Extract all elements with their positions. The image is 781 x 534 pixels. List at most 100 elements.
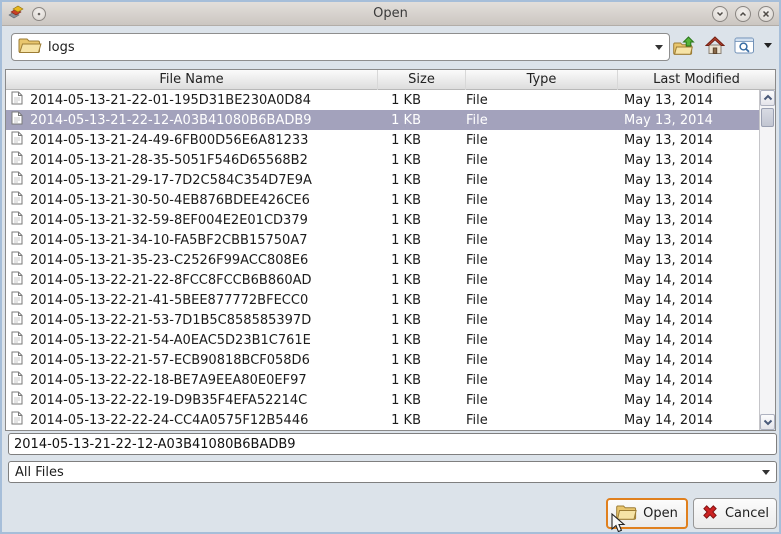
file-size-cell: 1 KB (378, 353, 466, 368)
file-name-cell: 2014-05-13-21-22-12-A03B41080B6BADB9 (6, 111, 378, 129)
document-icon (11, 291, 23, 309)
home-button[interactable] (705, 36, 725, 55)
file-type-cell: File (466, 373, 618, 388)
table-row[interactable]: 2014-05-13-21-35-23-C2526F99ACC808E61 KB… (6, 250, 759, 270)
file-name-cell: 2014-05-13-22-22-19-D9B35F4EFA52214C (6, 391, 378, 409)
chevron-down-icon[interactable] (762, 470, 770, 475)
file-size-cell: 1 KB (378, 133, 466, 148)
file-name-cell: 2014-05-13-21-29-17-7D2C584C354D7E9A (6, 171, 378, 189)
file-size-cell: 1 KB (378, 413, 466, 428)
document-icon (11, 131, 23, 149)
file-name-cell: 2014-05-13-21-24-49-6FB00D56E6A81233 (6, 131, 378, 149)
column-header[interactable]: Type (466, 70, 618, 90)
file-name-cell: 2014-05-13-22-21-41-5BEE877772BFECC0 (6, 291, 378, 309)
table-row[interactable]: 2014-05-13-21-34-10-FA5BF2CBB15750A71 KB… (6, 230, 759, 250)
open-button-label: Open (643, 506, 678, 521)
file-name-cell: 2014-05-13-21-22-01-195D31BE230A0D84 (6, 91, 378, 109)
chevron-down-icon[interactable] (655, 45, 663, 50)
pin-button[interactable] (32, 7, 46, 21)
folder-icon (616, 503, 637, 524)
cancel-x-icon (701, 503, 719, 525)
file-type-cell: File (466, 393, 618, 408)
file-modified-cell: May 14, 2014 (618, 273, 759, 288)
filename-input[interactable] (8, 433, 777, 455)
file-table-header: File NameSizeTypeLast Modified (6, 70, 775, 90)
document-icon (11, 191, 23, 209)
file-modified-cell: May 13, 2014 (618, 193, 759, 208)
column-header[interactable]: File Name (6, 70, 378, 90)
table-row[interactable]: 2014-05-13-22-21-41-5BEE877772BFECC01 KB… (6, 290, 759, 310)
shade-button[interactable] (712, 6, 728, 22)
document-icon (11, 371, 23, 389)
table-row[interactable]: 2014-05-13-21-28-35-5051F546D65568B21 KB… (6, 150, 759, 170)
file-name-cell: 2014-05-13-22-21-22-8FCC8FCCB6B860AD (6, 271, 378, 289)
open-button[interactable]: Open (606, 498, 688, 529)
file-type-cell: File (466, 333, 618, 348)
file-type-cell: File (466, 273, 618, 288)
table-row[interactable]: 2014-05-13-21-32-59-8EF004E2E01CD3791 KB… (6, 210, 759, 230)
table-row[interactable]: 2014-05-13-21-30-50-4EB876BDEE426CE61 KB… (6, 190, 759, 210)
file-name-cell: 2014-05-13-22-21-54-A0EAC5D23B1C761E (6, 331, 378, 349)
scroll-up-button[interactable] (760, 90, 775, 106)
window-title: Open (2, 6, 779, 21)
cancel-button[interactable]: Cancel (693, 498, 777, 529)
table-row[interactable]: 2014-05-13-21-29-17-7D2C584C354D7E9A1 KB… (6, 170, 759, 190)
file-type-cell: File (466, 93, 618, 108)
table-row[interactable]: 2014-05-13-21-22-12-A03B41080B6BADB91 KB… (6, 110, 759, 130)
table-row[interactable]: 2014-05-13-21-22-01-195D31BE230A0D841 KB… (6, 90, 759, 110)
file-table-body: 2014-05-13-21-22-01-195D31BE230A0D841 KB… (6, 90, 759, 430)
file-modified-cell: May 13, 2014 (618, 93, 759, 108)
toolbar-dropdown-arrow-icon[interactable] (764, 43, 772, 48)
document-icon (11, 211, 23, 229)
file-size-cell: 1 KB (378, 233, 466, 248)
document-icon (11, 331, 23, 349)
file-size-cell: 1 KB (378, 93, 466, 108)
file-list: File NameSizeTypeLast Modified 2014-05-1… (5, 69, 776, 431)
file-name-cell: 2014-05-13-22-21-57-ECB90818BCF058D6 (6, 351, 378, 369)
filetype-value: All Files (15, 465, 64, 480)
file-name-cell: 2014-05-13-21-32-59-8EF004E2E01CD379 (6, 211, 378, 229)
column-header[interactable]: Size (378, 70, 466, 90)
titlebar[interactable]: Open (2, 2, 779, 26)
file-type-cell: File (466, 213, 618, 228)
file-modified-cell: May 13, 2014 (618, 213, 759, 228)
file-modified-cell: May 13, 2014 (618, 173, 759, 188)
preview-button[interactable] (734, 37, 755, 54)
file-size-cell: 1 KB (378, 333, 466, 348)
file-size-cell: 1 KB (378, 173, 466, 188)
scroll-down-button[interactable] (760, 414, 775, 430)
location-value: logs (48, 40, 75, 55)
file-modified-cell: May 13, 2014 (618, 133, 759, 148)
document-icon (11, 271, 23, 289)
table-row[interactable]: 2014-05-13-22-21-54-A0EAC5D23B1C761E1 KB… (6, 330, 759, 350)
document-icon (11, 231, 23, 249)
location-combobox[interactable]: logs (11, 33, 670, 61)
file-modified-cell: May 14, 2014 (618, 313, 759, 328)
table-row[interactable]: 2014-05-13-22-22-19-D9B35F4EFA52214C1 KB… (6, 390, 759, 410)
table-row[interactable]: 2014-05-13-22-22-18-BE7A9EEA80E0EF971 KB… (6, 370, 759, 390)
file-size-cell: 1 KB (378, 193, 466, 208)
table-row[interactable]: 2014-05-13-22-21-57-ECB90818BCF058D61 KB… (6, 350, 759, 370)
scrollbar-thumb[interactable] (761, 108, 774, 127)
vertical-scrollbar[interactable] (759, 90, 775, 430)
parent-folder-button[interactable] (673, 36, 696, 55)
document-icon (11, 391, 23, 409)
table-row[interactable]: 2014-05-13-22-22-24-CC4A0575F12B54461 KB… (6, 410, 759, 430)
file-name-cell: 2014-05-13-21-30-50-4EB876BDEE426CE6 (6, 191, 378, 209)
column-header[interactable]: Last Modified (618, 70, 775, 90)
file-type-cell: File (466, 353, 618, 368)
file-size-cell: 1 KB (378, 373, 466, 388)
file-modified-cell: May 13, 2014 (618, 153, 759, 168)
file-size-cell: 1 KB (378, 253, 466, 268)
table-row[interactable]: 2014-05-13-21-24-49-6FB00D56E6A812331 KB… (6, 130, 759, 150)
maximize-button[interactable] (735, 6, 751, 22)
location-toolbar (673, 36, 772, 55)
table-row[interactable]: 2014-05-13-22-21-22-8FCC8FCCB6B860AD1 KB… (6, 270, 759, 290)
close-button[interactable] (758, 6, 774, 22)
file-name-cell: 2014-05-13-22-22-18-BE7A9EEA80E0EF97 (6, 371, 378, 389)
filetype-combobox[interactable]: All Files (8, 461, 777, 483)
table-row[interactable]: 2014-05-13-22-21-53-7D1B5C858585397D1 KB… (6, 310, 759, 330)
file-type-cell: File (466, 133, 618, 148)
file-type-cell: File (466, 313, 618, 328)
file-modified-cell: May 14, 2014 (618, 293, 759, 308)
